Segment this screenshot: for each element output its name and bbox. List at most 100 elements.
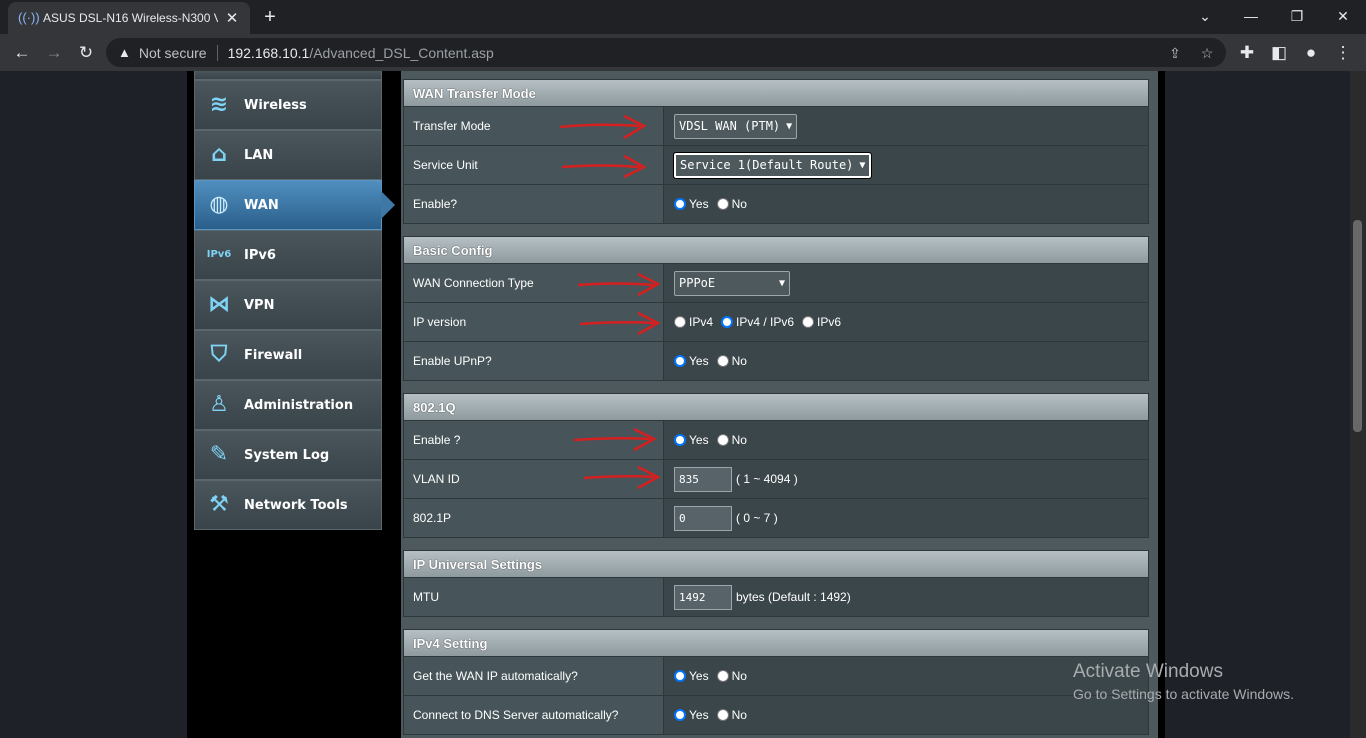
sidebar-item-label: Network Tools xyxy=(244,497,348,513)
sidebar-item-ipv6[interactable]: IPv6 IPv6 xyxy=(194,230,382,280)
radio-unselected-icon xyxy=(802,316,815,328)
sidebar-item-network-tools[interactable]: ⚒ Network Tools xyxy=(194,480,382,530)
url-host: 192.168.10.1 xyxy=(227,44,310,61)
router-favicon-icon: ((·)) xyxy=(18,10,40,25)
section-title: WAN Transfer Mode xyxy=(403,79,1149,107)
connection-type-select[interactable]: PPPoE ▼ xyxy=(674,270,790,296)
radio-label: IPv4 / IPv6 xyxy=(736,315,795,329)
radio-label: Yes xyxy=(689,433,709,447)
address-separator xyxy=(216,44,218,61)
annotation-arrow-icon xyxy=(558,114,650,140)
row-mtu: MTU 1492 bytes (Default : 1492) xyxy=(403,578,1149,617)
radio-label: Yes xyxy=(689,708,709,722)
address-bar[interactable]: ▲ Not secure 192.168.10.1/Advanced_DSL_C… xyxy=(106,38,1226,67)
auto-ip-no-radio[interactable]: No xyxy=(716,669,747,683)
ip-version-dual-radio[interactable]: IPv4 / IPv6 xyxy=(721,315,794,329)
menu-kebab-icon[interactable]: ⋮ xyxy=(1332,42,1354,64)
upnp-yes-radio[interactable]: Yes xyxy=(674,354,709,368)
radio-label: No xyxy=(731,197,747,211)
section-ip-universal: IP Universal Settings MTU 1492 bytes (De… xyxy=(403,550,1149,617)
close-tab-icon[interactable]: ✕ xyxy=(224,9,240,27)
extensions-icon[interactable]: ✚ xyxy=(1236,42,1258,64)
upnp-no-radio[interactable]: No xyxy=(716,354,747,368)
reload-icon[interactable]: ↻ xyxy=(75,42,97,64)
sidebar-item-label: WAN xyxy=(244,197,279,213)
ip-version-ipv6-radio[interactable]: IPv6 xyxy=(802,315,841,329)
browser-navbar: ← → ↻ ▲ Not secure 192.168.10.1/Advanced… xyxy=(0,34,1366,71)
annotation-arrow-icon xyxy=(560,153,652,179)
auto-dns-yes-radio[interactable]: Yes xyxy=(674,708,709,722)
sidebar-item-administration[interactable]: ♙ Administration xyxy=(194,380,382,430)
row-vlan-enable: Enable ? Yes No xyxy=(403,421,1149,460)
annotation-arrow-icon xyxy=(582,465,674,490)
page-viewport: ≋ Wireless ⌂ LAN ◍ WAN IPv6 IPv6 ⋈ VPN ⛉… xyxy=(0,71,1366,738)
back-icon[interactable]: ← xyxy=(11,42,33,64)
share-icon[interactable]: ⇪ xyxy=(1166,44,1184,62)
vpn-icon: ⋈ xyxy=(208,292,230,317)
vlan-id-range: ( 1 ~ 4094 ) xyxy=(736,472,798,486)
sidebar-item-wireless[interactable]: ≋ Wireless xyxy=(194,80,382,130)
radio-label: Yes xyxy=(689,669,709,683)
row-connection-type: WAN Connection Type PPPoE ▼ xyxy=(403,264,1149,303)
radio-unselected-icon xyxy=(716,670,729,682)
globe-icon: ◍ xyxy=(209,192,229,217)
row-auto-dns: Connect to DNS Server automatically? Yes… xyxy=(403,696,1149,735)
browser-tab[interactable]: ((·)) ASUS DSL-N16 Wireless-N300 VD ✕ xyxy=(8,2,250,34)
annotation-arrow-icon xyxy=(572,428,664,452)
sidebar-item-vpn[interactable]: ⋈ VPN xyxy=(194,280,382,330)
radio-label: No xyxy=(731,433,747,447)
radio-selected-icon xyxy=(674,709,686,721)
enable-label: Enable? xyxy=(404,185,664,223)
upnp-label: Enable UPnP? xyxy=(404,342,664,380)
sidebar-item-lan[interactable]: ⌂ LAN xyxy=(194,130,382,180)
radio-label: IPv6 xyxy=(817,315,842,329)
minimize-icon[interactable]: — xyxy=(1239,6,1263,26)
chevron-down-icon: ▼ xyxy=(786,120,793,132)
profile-icon[interactable]: ● xyxy=(1300,42,1322,64)
forward-icon[interactable]: → xyxy=(43,42,65,64)
vlan-enable-no-radio[interactable]: No xyxy=(716,433,747,447)
auto-dns-no-radio[interactable]: No xyxy=(716,708,747,722)
row-transfer-mode: Transfer Mode VDSL WAN (PTM) ▼ xyxy=(403,107,1149,146)
star-icon[interactable]: ☆ xyxy=(1198,44,1216,62)
radio-selected-icon xyxy=(721,316,734,328)
close-window-icon[interactable]: ✕ xyxy=(1331,6,1355,26)
section-basic-config: Basic Config WAN Connection Type PPPoE ▼… xyxy=(403,236,1149,381)
vlan-enable-yes-radio[interactable]: Yes xyxy=(674,433,709,447)
restore-icon[interactable]: ❐ xyxy=(1285,6,1309,26)
auto-ip-yes-radio[interactable]: Yes xyxy=(674,669,709,683)
side-panel-icon[interactable]: ◧ xyxy=(1268,42,1290,64)
transfer-mode-select[interactable]: VDSL WAN (PTM) ▼ xyxy=(674,113,798,139)
new-tab-button[interactable]: + xyxy=(260,6,280,28)
radio-selected-icon xyxy=(674,670,686,682)
8021p-input[interactable]: 0 xyxy=(674,505,732,531)
auto-dns-label: Connect to DNS Server automatically? xyxy=(404,696,664,734)
sidebar-item-system-log[interactable]: ✎ System Log xyxy=(194,430,382,480)
mtu-hint: bytes (Default : 1492) xyxy=(736,590,851,604)
ip-version-ipv4-radio[interactable]: IPv4 xyxy=(674,315,713,329)
security-label[interactable]: Not secure xyxy=(139,45,207,61)
tools-icon: ⚒ xyxy=(209,492,229,517)
user-icon: ♙ xyxy=(209,392,229,417)
sidebar-item-label: IPv6 xyxy=(244,247,276,263)
enable-no-radio[interactable]: No xyxy=(716,197,747,211)
scrollbar-thumb[interactable] xyxy=(1353,220,1362,432)
service-unit-select[interactable]: Service 1(Default Route) ▼ xyxy=(672,151,873,179)
section-title: IP Universal Settings xyxy=(403,550,1149,578)
sidebar-item-label: Wireless xyxy=(244,97,307,113)
sidebar-item-label: Firewall xyxy=(244,347,303,363)
activate-windows-subtitle: Go to Settings to activate Windows. xyxy=(1073,686,1294,702)
enable-yes-radio[interactable]: Yes xyxy=(674,197,709,211)
vlan-id-input[interactable]: 835 xyxy=(674,466,732,492)
transfer-mode-value: VDSL WAN (PTM) xyxy=(679,119,781,133)
warning-icon[interactable]: ▲ xyxy=(118,45,131,60)
activate-windows-title: Activate Windows xyxy=(1073,661,1223,682)
sidebar-item-label: LAN xyxy=(244,147,274,163)
ipv6-icon: IPv6 xyxy=(206,249,232,260)
sidebar-item-firewall[interactable]: ⛉ Firewall xyxy=(194,330,382,380)
sidebar-item-wan[interactable]: ◍ WAN xyxy=(194,180,395,230)
wifi-icon: ≋ xyxy=(209,92,229,117)
shield-icon: ⛉ xyxy=(210,342,228,367)
mtu-input[interactable]: 1492 xyxy=(674,584,732,610)
tab-search-icon[interactable]: ⌄ xyxy=(1193,6,1217,26)
